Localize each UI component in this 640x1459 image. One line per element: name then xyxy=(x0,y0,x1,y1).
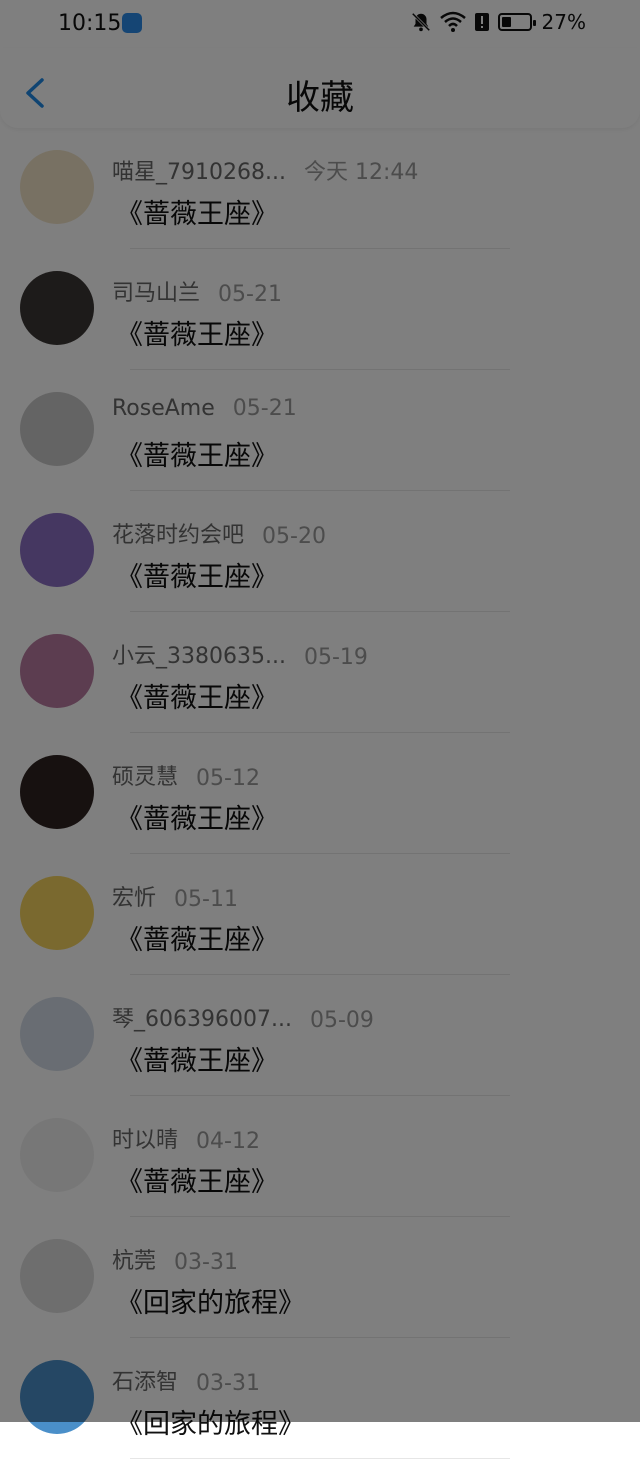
avatar[interactable] xyxy=(20,392,94,466)
list-item[interactable]: 宏忻 05-11 《蔷薇王座》 xyxy=(0,854,640,975)
timestamp: 05-12 xyxy=(196,766,260,791)
collected-title[interactable]: 《蔷薇王座》 xyxy=(116,676,278,715)
collected-title[interactable]: 《蔷薇王座》 xyxy=(116,918,278,957)
timestamp: 04-12 xyxy=(196,1129,260,1154)
app-notification-icon xyxy=(122,13,142,33)
wifi-icon xyxy=(439,11,466,32)
timestamp: 03-31 xyxy=(174,1250,238,1275)
mute-bell-icon xyxy=(411,12,430,32)
timestamp: 05-21 xyxy=(232,396,297,421)
timestamp: 05-21 xyxy=(218,282,282,307)
status-time: 10:15 xyxy=(58,11,122,36)
avatar[interactable] xyxy=(20,271,94,345)
list-item[interactable]: 喵星_7910268... 今天 12:44 《蔷薇王座》 xyxy=(0,128,640,249)
collected-title[interactable]: 《蔷薇王座》 xyxy=(116,192,278,231)
timestamp: 今天 12:44 xyxy=(303,160,419,185)
status-icons: 27% xyxy=(410,10,586,34)
list-item[interactable]: 小云_3380635... 05-19 《蔷薇王座》 xyxy=(0,612,640,733)
avatar[interactable] xyxy=(20,513,94,587)
collected-title[interactable]: 《蔷薇王座》 xyxy=(116,797,278,836)
collected-title[interactable]: 《回家的旅程》 xyxy=(116,1281,305,1320)
timestamp: 03-31 xyxy=(196,1371,260,1396)
avatar[interactable] xyxy=(20,997,94,1071)
status-bar: 10:15 27% xyxy=(0,0,640,48)
user-name[interactable]: 硕灵慧 xyxy=(112,759,178,791)
avatar[interactable] xyxy=(20,634,94,708)
user-name[interactable]: 花落时约会吧 xyxy=(112,517,244,549)
collected-title[interactable]: 《蔷薇王座》 xyxy=(116,1160,278,1199)
user-name[interactable]: 司马山兰 xyxy=(112,275,200,307)
collected-title[interactable]: 《蔷薇王座》 xyxy=(116,1039,278,1078)
avatar[interactable] xyxy=(20,1360,94,1434)
collected-title[interactable]: 《蔷薇王座》 xyxy=(116,313,278,352)
collected-title[interactable]: 《蔷薇王座》 xyxy=(116,434,278,473)
favorites-list: 喵星_7910268... 今天 12:44 《蔷薇王座》 司马山兰 05-21 《… xyxy=(0,128,640,1459)
timestamp: 05-19 xyxy=(303,645,368,670)
top-bar: 收藏 xyxy=(0,48,640,128)
user-name[interactable]: 琴_606396007... xyxy=(112,1001,292,1033)
user-name[interactable]: 宏忻 xyxy=(112,880,156,912)
avatar[interactable] xyxy=(20,1239,94,1313)
list-item[interactable]: 硕灵慧 05-12 《蔷薇王座》 xyxy=(0,733,640,854)
timestamp: 05-09 xyxy=(309,1008,374,1033)
user-name[interactable]: 小云_3380635... xyxy=(112,638,286,670)
alert-icon xyxy=(474,13,489,31)
user-name[interactable]: 喵星_7910268... xyxy=(112,154,286,186)
avatar[interactable] xyxy=(20,1118,94,1192)
battery-percent: 27% xyxy=(541,10,586,34)
list-item[interactable]: 杭莞 03-31 《回家的旅程》 xyxy=(0,1217,640,1338)
avatar[interactable] xyxy=(20,150,94,224)
battery-icon xyxy=(497,13,536,31)
user-name[interactable]: 石添智 xyxy=(112,1364,178,1396)
list-item[interactable]: 石添智 03-31 《回家的旅程》 xyxy=(0,1338,640,1459)
user-name[interactable]: 杭莞 xyxy=(112,1243,156,1275)
avatar[interactable] xyxy=(20,876,94,950)
list-item[interactable]: 琴_606396007... 05-09 《蔷薇王座》 xyxy=(0,975,640,1096)
user-name[interactable]: 时以晴 xyxy=(112,1122,178,1154)
timestamp: 05-20 xyxy=(262,524,326,549)
avatar[interactable] xyxy=(20,755,94,829)
list-item[interactable]: 时以晴 04-12 《蔷薇王座》 xyxy=(0,1096,640,1217)
timestamp: 05-11 xyxy=(174,887,238,912)
page-title: 收藏 xyxy=(286,78,354,118)
list-item[interactable]: 花落时约会吧 05-20 《蔷薇王座》 xyxy=(0,491,640,612)
list-item[interactable]: RoseAme 05-21 《蔷薇王座》 xyxy=(0,370,640,491)
collected-title[interactable]: 《蔷薇王座》 xyxy=(116,555,278,594)
user-name[interactable]: RoseAme xyxy=(112,396,215,421)
list-item[interactable]: 司马山兰 05-21 《蔷薇王座》 xyxy=(0,249,640,370)
